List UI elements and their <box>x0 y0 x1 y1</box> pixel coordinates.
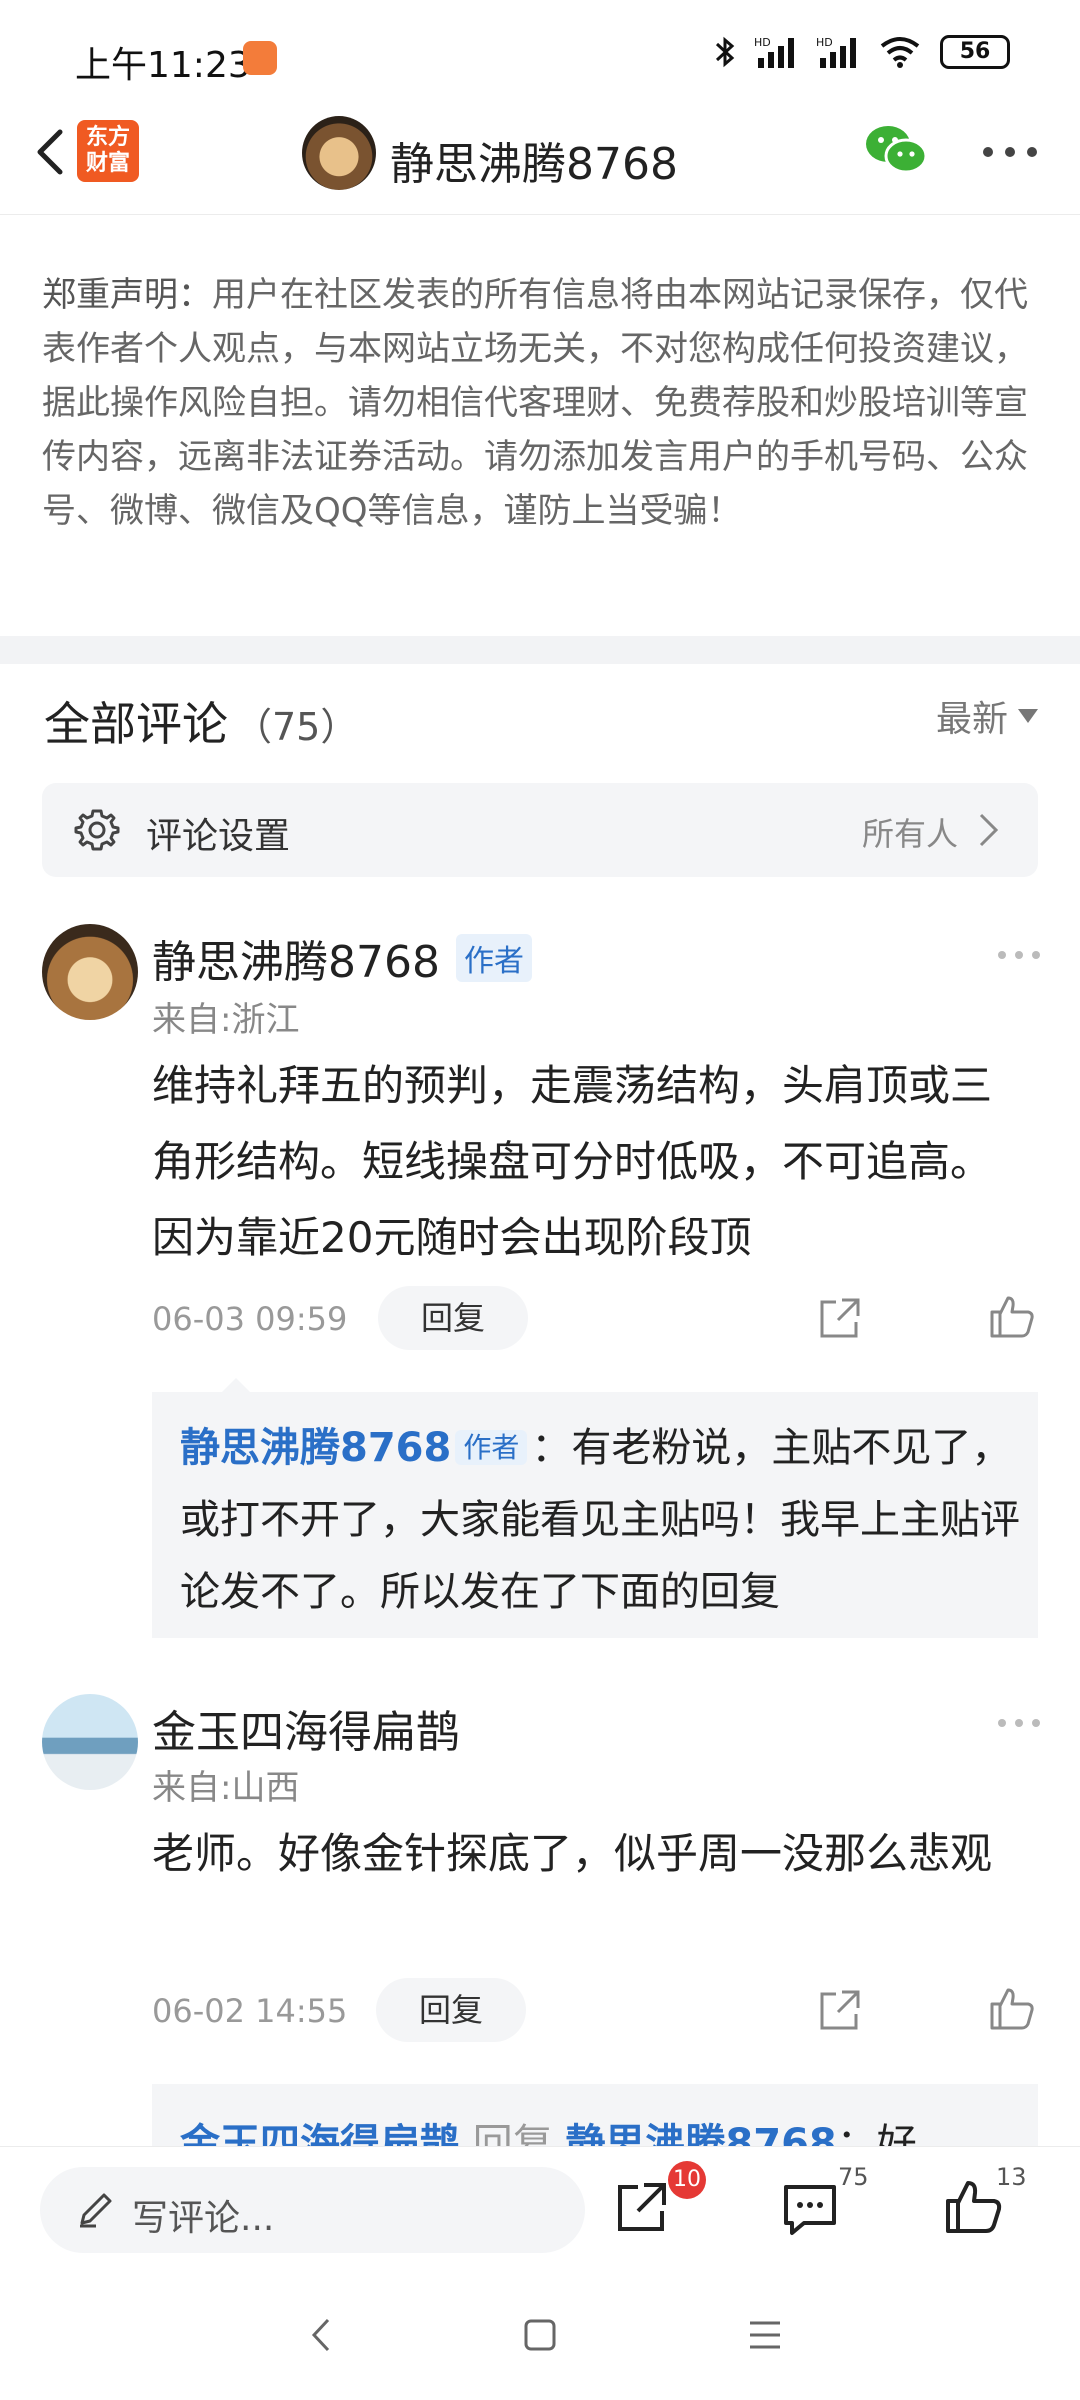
commenter-location: 来自:浙江 <box>152 1000 300 1040</box>
eastmoney-logo[interactable]: 东方 财富 <box>77 120 139 182</box>
share-icon[interactable] <box>816 1986 864 2034</box>
chevron-right-icon <box>979 813 999 847</box>
nested-reply[interactable]: 静思沸腾8768 作者 ：有老粉说，主贴不见了，或打不开了，大家能看见主贴吗！我早上… <box>152 1378 1038 1638</box>
logo-line2: 财富 <box>85 151 130 176</box>
system-menu-icon[interactable] <box>740 2310 790 2360</box>
write-comment-placeholder: 写评论... <box>132 2198 275 2239</box>
like-icon[interactable] <box>988 1984 1036 2032</box>
commenter-name[interactable]: 静思沸腾8768 <box>152 926 440 990</box>
reply-button[interactable]: 回复 <box>376 1978 526 2042</box>
commenter-location: 来自:山西 <box>152 1768 300 1808</box>
comment-more-icon[interactable] <box>996 948 1042 962</box>
svg-text:HD: HD <box>816 36 833 49</box>
more-options-icon[interactable] <box>980 140 1040 164</box>
system-back-icon[interactable] <box>296 2310 346 2360</box>
app-notification-icon <box>243 41 277 75</box>
comment-settings-row[interactable]: 评论设置 所有人 <box>42 783 1038 877</box>
gear-icon <box>74 809 120 851</box>
sort-dropdown[interactable]: 最新 <box>936 690 1038 742</box>
status-bar: 上午11:23 HD HD 56 <box>0 0 1080 110</box>
like-icon[interactable] <box>944 2177 1004 2237</box>
author-badge: 作者 <box>455 1430 528 1465</box>
comment-text: 老师。好像金针探底了，似乎周一没那么悲观 <box>152 1829 993 1878</box>
comments-title-label: 全部评论 <box>44 697 228 751</box>
status-icons: HD HD 56 <box>714 34 1010 70</box>
reply-content: ：好 <box>836 2121 917 2146</box>
comment-time: 06-02 14:55 <box>152 1992 348 2030</box>
section-divider <box>0 636 1080 664</box>
pen-icon <box>80 2193 112 2228</box>
reply-target-link[interactable]: 静思沸腾8768 <box>565 2121 836 2146</box>
reply-caret <box>222 1378 250 1392</box>
disclaimer-head: 郑重声明： <box>42 275 212 315</box>
bottom-action-bar: 写评论... 10 75 13 <box>0 2146 1080 2270</box>
comment-icon[interactable] <box>780 2179 840 2239</box>
like-icon[interactable] <box>988 1292 1036 1340</box>
bluetooth-icon <box>715 36 735 68</box>
wifi-icon <box>880 37 920 68</box>
reply-verb: 回复 <box>472 2121 553 2146</box>
author-badge: 作者 <box>456 934 532 982</box>
comment-more-icon[interactable] <box>996 1716 1042 1730</box>
author-avatar[interactable] <box>302 116 376 190</box>
page-title[interactable]: 静思沸腾8768 <box>390 128 678 192</box>
signal-hd-icon: HD <box>754 36 794 68</box>
wechat-share-icon[interactable] <box>864 122 928 178</box>
comments-count: （75） <box>234 705 359 749</box>
commenter-avatar[interactable] <box>42 1694 138 1790</box>
battery-icon: 56 <box>940 35 1010 69</box>
comment-time: 06-03 09:59 <box>152 1300 348 1338</box>
write-comment-input[interactable]: 写评论... <box>40 2167 585 2253</box>
reply-author-link[interactable]: 静思沸腾8768 <box>180 1425 451 1471</box>
reply-button[interactable]: 回复 <box>378 1286 528 1350</box>
logo-line1: 东方 <box>85 125 130 150</box>
comments-title: 全部评论 （75） <box>44 688 358 754</box>
settings-value: 所有人 <box>861 815 958 853</box>
svg-text:HD: HD <box>754 36 771 49</box>
reply-text: 静思沸腾8768 作者 ：有老粉说，主贴不见了，或打不开了，大家能看见主贴吗！我早上… <box>180 1412 1020 1628</box>
status-time: 上午11:23 <box>75 45 251 86</box>
reply-text: 金玉四海得扁鹊 回复 静思沸腾8768：好 <box>180 2108 1020 2146</box>
share-icon[interactable] <box>612 2177 672 2237</box>
comment-count: 75 <box>838 2163 869 2191</box>
comment-text: 维持礼拜五的预判，走震荡结构，头肩顶或三角形结构。短线操盘可分时低吸，不可追高。… <box>152 1061 993 1262</box>
disclaimer-text: 郑重声明：用户在社区发表的所有信息将由本网站记录保存，仅代表作者个人观点，与本网… <box>42 268 1042 538</box>
like-count: 13 <box>996 2163 1027 2191</box>
caret-down-icon <box>1018 709 1038 723</box>
share-count-badge: 10 <box>668 2161 706 2199</box>
nested-reply[interactable]: 金玉四海得扁鹊 回复 静思沸腾8768：好 <box>152 2084 1038 2146</box>
system-navigation-bar <box>0 2270 1080 2400</box>
settings-label: 评论设置 <box>146 816 291 857</box>
signal-hd-icon: HD <box>816 36 856 68</box>
back-arrow-icon[interactable] <box>22 122 82 182</box>
commenter-name[interactable]: 金玉四海得扁鹊 <box>152 1696 460 1760</box>
system-home-icon[interactable] <box>515 2310 565 2360</box>
reply-author-link[interactable]: 金玉四海得扁鹊 <box>180 2121 460 2146</box>
sort-label: 最新 <box>935 699 1008 740</box>
commenter-avatar[interactable] <box>42 924 138 1020</box>
share-icon[interactable] <box>816 1294 864 1342</box>
